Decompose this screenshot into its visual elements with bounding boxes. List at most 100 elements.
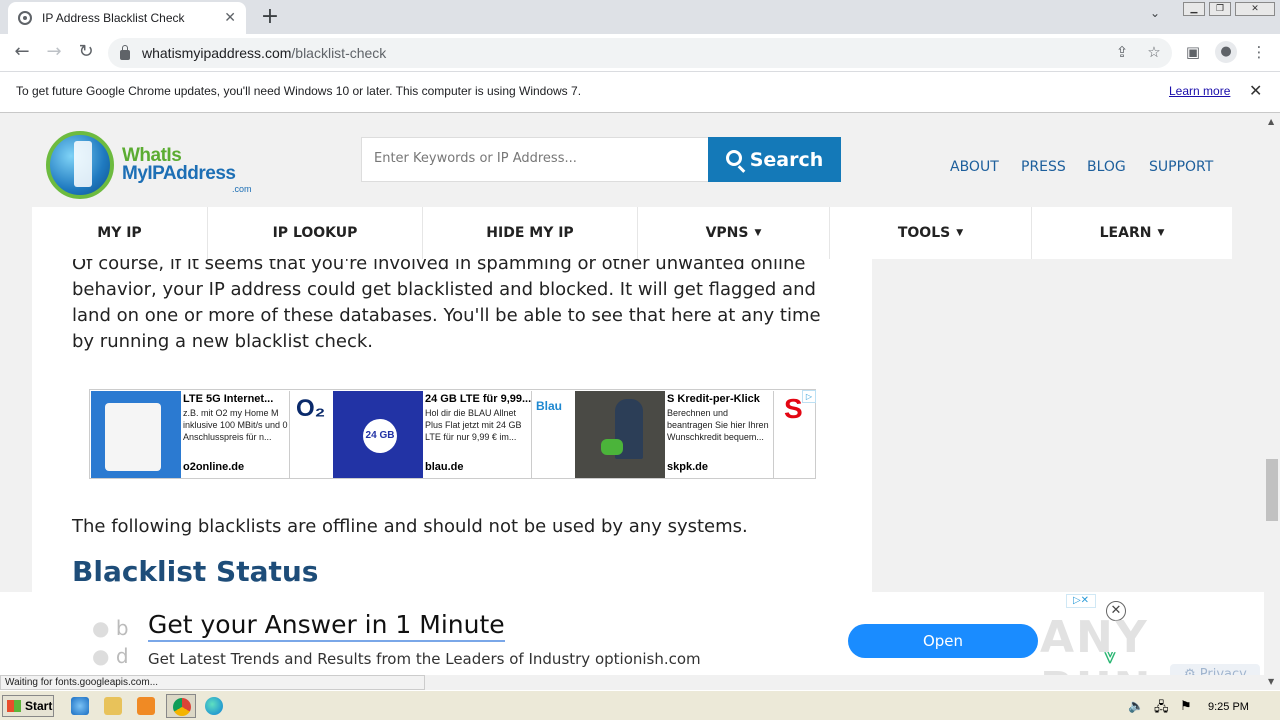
ad-domain: o2online.de — [183, 461, 245, 473]
router-image — [91, 391, 181, 478]
volume-icon[interactable]: 🔈 — [1128, 698, 1144, 714]
chrome-taskbar-button[interactable] — [166, 694, 196, 718]
nav-label: TOOLS — [897, 225, 951, 241]
support-link[interactable]: SUPPORT — [1149, 159, 1213, 175]
ad-subline: Get Latest Trends and Results from the L… — [148, 650, 701, 668]
windows-taskbar: Start 🔈 🖧 ⚑ 9:25 PM — [0, 690, 1280, 720]
nav-tools[interactable]: TOOLS ▼ — [830, 207, 1032, 259]
restore-button[interactable]: ❐ — [1209, 2, 1231, 16]
offline-note: The following blacklists are offline and… — [72, 516, 748, 537]
nav-label: IP LOOKUP — [272, 225, 358, 241]
privacy-badge[interactable]: ⚙ Privacy — [1170, 664, 1260, 675]
profile-avatar-icon[interactable]: ● — [1215, 41, 1237, 63]
address-bar[interactable]: whatismyipaddress.com/blacklist-check — [108, 38, 1172, 68]
ad-desc: z.B. mit O2 my Home M inklusive 100 MBit… — [183, 408, 288, 442]
url-domain: whatismyipaddress.com — [142, 45, 292, 61]
ad-domain: skpk.de — [667, 461, 708, 473]
media-player-icon[interactable] — [137, 697, 155, 715]
explorer-folder-icon[interactable] — [104, 697, 122, 715]
chrome-icon — [173, 698, 191, 716]
forward-arrow-icon[interactable]: → — [43, 42, 65, 62]
start-button[interactable]: Start — [2, 695, 54, 717]
snowman-badge: 24 GB — [363, 419, 397, 453]
bookmark-star-icon[interactable]: ☆ — [1144, 43, 1164, 61]
nav-vpns[interactable]: VPNS ▼ — [638, 207, 830, 259]
menu-kebab-icon[interactable]: ⋮ — [1249, 43, 1269, 61]
search-input[interactable]: Enter Keywords or IP Address... — [361, 137, 709, 182]
logo-line2: MyIPAddress — [122, 163, 236, 184]
blacklist-status-heading: Blacklist Status — [72, 555, 319, 588]
infobar-close-icon[interactable]: ✕ — [1249, 81, 1262, 101]
ad-headline[interactable]: Get your Answer in 1 Minute — [148, 610, 505, 642]
network-icon[interactable]: 🖧 — [1154, 698, 1169, 720]
nav-label: LEARN — [1099, 225, 1152, 241]
nav-ip-lookup[interactable]: IP LOOKUP — [208, 207, 423, 259]
ad-open-button[interactable]: Open — [848, 624, 1038, 658]
o2-logo: O₂ — [289, 391, 331, 478]
nav-my-ip[interactable]: MY IP — [32, 207, 208, 259]
start-label: Start — [25, 699, 53, 713]
ad-o2[interactable]: LTE 5G Internet... z.B. mit O2 my Home M… — [91, 391, 331, 478]
browser-toolbar: ← → ↻ whatismyipaddress.com/blacklist-ch… — [0, 34, 1280, 72]
info-circle-icon: ● — [92, 644, 110, 668]
press-link[interactable]: PRESS — [1021, 159, 1066, 175]
ad-domain: blau.de — [425, 461, 464, 473]
scroll-thumb[interactable] — [1266, 459, 1278, 521]
ad-blau[interactable]: 24 GB 24 GB LTE für 9,99... Hol dir die … — [333, 391, 573, 478]
new-tab-button[interactable]: + — [258, 4, 282, 29]
info-circle-icon: ● — [92, 616, 110, 640]
edge-icon[interactable] — [205, 697, 223, 715]
site-logo[interactable]: WhatIs MyIPAddress .com — [46, 131, 260, 203]
learn-more-link[interactable]: Learn more — [1169, 84, 1230, 98]
router-shape — [105, 403, 161, 471]
update-infobar: To get future Google Chrome updates, you… — [0, 72, 1280, 113]
tab-active[interactable]: IP Address Blacklist Check ✕ — [8, 2, 246, 34]
search-icon — [725, 149, 742, 166]
ad-title: LTE 5G Internet... — [183, 393, 274, 405]
adchoices-icon[interactable]: ▷✕ — [1066, 594, 1096, 608]
ad-desc: Hol dir die BLAU Allnet Plus Flat jetzt … — [425, 408, 522, 442]
scroll-up-icon[interactable]: ▲ — [1268, 117, 1274, 126]
search-button[interactable]: Search — [708, 137, 841, 182]
nav-label: VPNS — [705, 225, 749, 241]
nav-learn[interactable]: LEARN ▼ — [1032, 207, 1232, 259]
globe-icon — [18, 11, 32, 25]
system-tray: 🔈 🖧 ⚑ — [1124, 694, 1280, 718]
ad-title: 24 GB LTE für 9,99... — [425, 393, 532, 405]
snowman-image: 24 GB — [333, 391, 423, 478]
window-close-button[interactable]: ✕ — [1235, 2, 1275, 16]
reload-icon[interactable]: ↻ — [75, 42, 97, 62]
page-viewport: WhatIs MyIPAddress .com Enter Keywords o… — [0, 113, 1264, 675]
about-link[interactable]: ABOUT — [950, 159, 999, 175]
blog-link[interactable]: BLOG — [1087, 159, 1126, 175]
page-scrollbar[interactable]: ▲ ▼ — [1264, 113, 1280, 690]
sticky-bottom-ad: ● bl ● di Get your Answer in 1 Minute Ge… — [0, 592, 1264, 675]
minimize-button[interactable]: ▁ — [1183, 2, 1205, 16]
share-icon[interactable]: ⇪ — [1112, 43, 1132, 61]
ad-strip: LTE 5G Internet... z.B. mit O2 my Home M… — [89, 389, 816, 479]
ad-desc: Berechnen und beantragen Sie hier Ihren … — [667, 408, 769, 442]
search-button-label: Search — [749, 148, 824, 171]
cyclist-image — [575, 391, 665, 478]
status-bubble: Waiting for fonts.googleapis.com... — [0, 675, 425, 690]
ad-skpk[interactable]: S Kredit-per-Klick Berechnen und beantra… — [575, 391, 815, 478]
ie-icon[interactable] — [71, 697, 89, 715]
nav-label: HIDE MY IP — [486, 225, 574, 241]
action-center-flag-icon[interactable]: ⚑ — [1180, 698, 1192, 714]
lock-icon[interactable] — [120, 45, 130, 60]
tab-search-chevron-icon[interactable]: ⌄ — [1150, 6, 1160, 20]
nav-hide-my-ip[interactable]: HIDE MY IP — [423, 207, 638, 259]
url-text[interactable]: whatismyipaddress.com/blacklist-check — [142, 45, 386, 61]
tab-close-icon[interactable]: ✕ — [224, 10, 236, 26]
intro-paragraph: Of course, if it seems that you're invol… — [72, 259, 821, 352]
adchoices-icon[interactable]: ▷ — [802, 390, 816, 403]
logo-i-mark — [74, 141, 92, 187]
back-arrow-icon[interactable]: ← — [11, 42, 33, 62]
dropdown-arrow-icon: ▼ — [1157, 228, 1165, 238]
clock[interactable]: 9:25 PM — [1208, 701, 1249, 713]
nav-label: MY IP — [97, 225, 142, 241]
scroll-down-icon[interactable]: ▼ — [1268, 677, 1274, 686]
side-panel-icon[interactable]: ▣ — [1183, 43, 1203, 61]
dropdown-arrow-icon: ▼ — [754, 228, 762, 238]
url-path: /blacklist-check — [291, 45, 387, 61]
